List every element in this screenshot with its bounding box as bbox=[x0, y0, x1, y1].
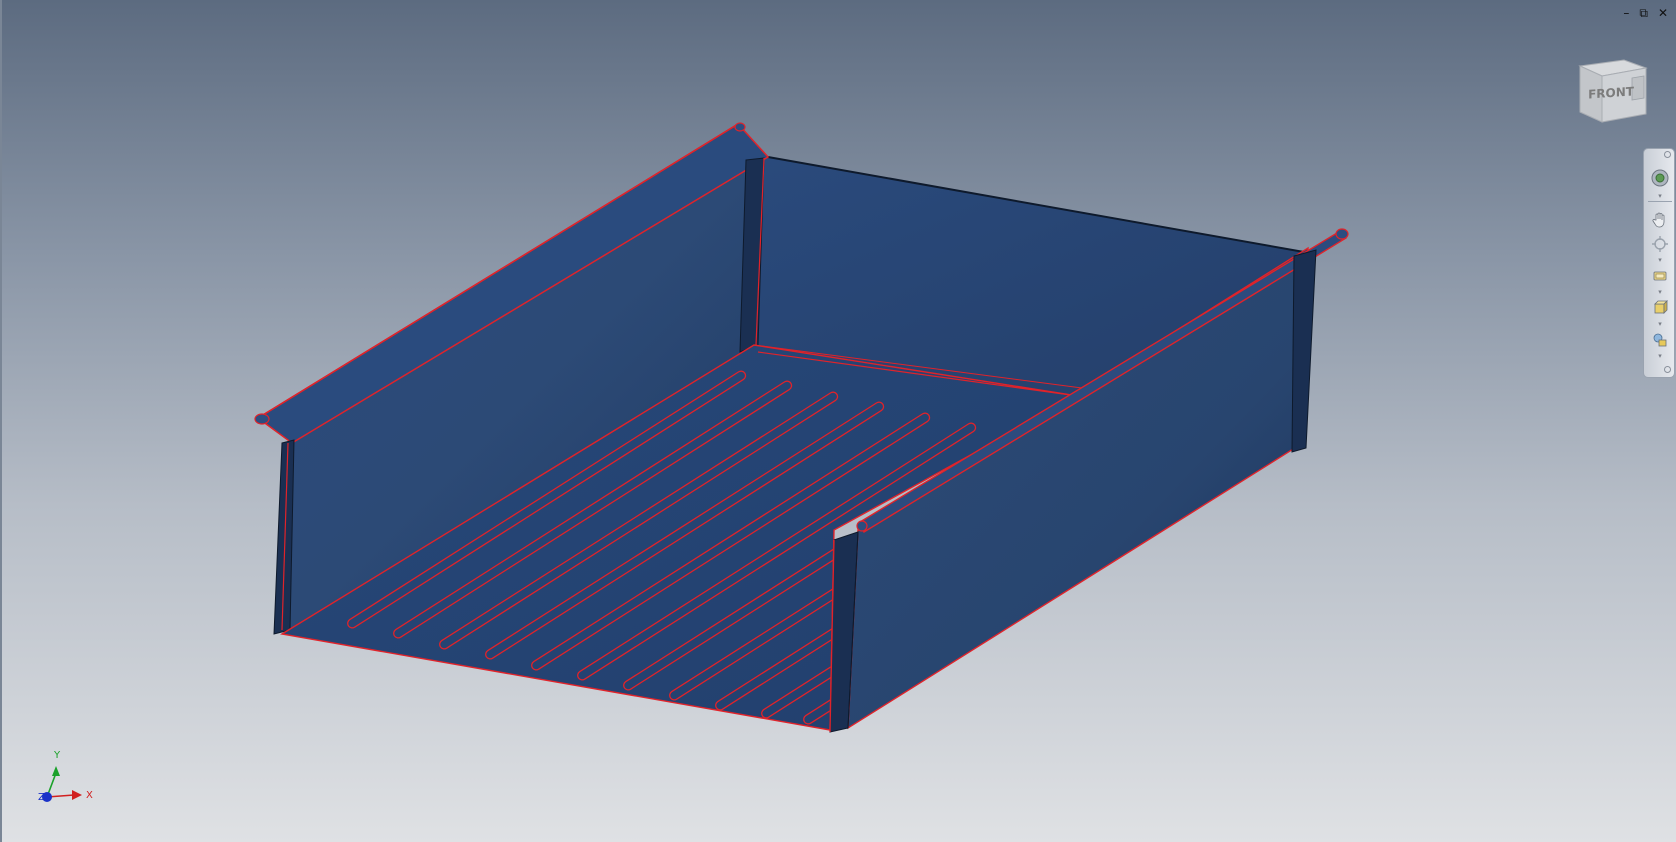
graphics-viewport[interactable]: FRONT – ⧉ ✕ ▾ ▾ ▾ ▾ ▾ Y X Z bbox=[0, 0, 1676, 842]
orbit-dropdown-icon[interactable]: ▾ bbox=[1656, 289, 1664, 296]
look-at-dropdown-icon[interactable]: ▾ bbox=[1656, 321, 1664, 328]
zoom-dropdown-icon[interactable]: ▾ bbox=[1656, 257, 1664, 264]
axis-x-label: X bbox=[86, 790, 93, 801]
navigation-bar: ▾ ▾ ▾ ▾ ▾ bbox=[1643, 148, 1675, 378]
restore-icon[interactable]: ⧉ bbox=[1639, 6, 1648, 20]
zoom-icon[interactable] bbox=[1650, 235, 1670, 253]
look-at-icon[interactable] bbox=[1650, 299, 1670, 317]
visual-style-dropdown-icon[interactable]: ▾ bbox=[1656, 353, 1664, 360]
orbit-icon[interactable] bbox=[1650, 267, 1670, 285]
axis-z-label: Z bbox=[38, 792, 45, 803]
view-face-icon[interactable] bbox=[1650, 331, 1670, 349]
coordinate-triad bbox=[42, 766, 82, 802]
minimize-icon[interactable]: – bbox=[1623, 6, 1629, 20]
axis-y-label: Y bbox=[54, 750, 61, 761]
pan-icon[interactable] bbox=[1650, 211, 1670, 229]
navbar-close-icon[interactable] bbox=[1664, 151, 1671, 158]
close-icon[interactable]: ✕ bbox=[1658, 6, 1668, 20]
steering-wheel-icon[interactable] bbox=[1650, 169, 1670, 187]
navbar-customize-icon[interactable] bbox=[1664, 366, 1671, 373]
right-back-edge bbox=[1291, 249, 1317, 453]
left-front-edge bbox=[273, 439, 295, 635]
window-controls: – ⧉ ✕ bbox=[1623, 6, 1668, 20]
steering-wheel-dropdown-icon[interactable]: ▾ bbox=[1656, 193, 1664, 200]
sheet-metal-tray-model[interactable] bbox=[2, 0, 1676, 842]
